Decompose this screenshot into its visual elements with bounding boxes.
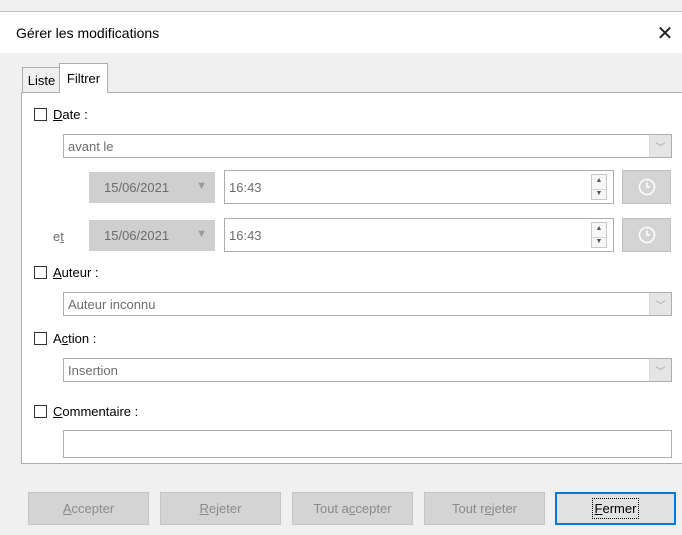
spin-down-icon[interactable]: ▼ [592,189,606,197]
date-checkbox[interactable] [34,108,47,121]
window-title: Gérer les modifications [16,25,160,41]
close-icon[interactable]: ✕ [651,20,679,46]
clock-icon [638,178,655,196]
tab-label: Liste [27,73,56,88]
chevron-down-icon: ▼ [196,228,207,240]
action-checkbox-row[interactable]: Action : [34,331,96,346]
to-time-now-button[interactable] [622,218,671,252]
comment-label: Commentaire : [53,404,139,419]
chevron-down-icon: ▼ [196,180,207,192]
chevron-down-icon: ﹀ [649,135,671,157]
spin-down-icon[interactable]: ▼ [592,237,606,245]
to-time-field[interactable]: 16:43 ▲ ▼ [224,218,614,252]
spin-up-icon[interactable]: ▲ [592,177,606,184]
from-time-now-button[interactable] [622,170,671,204]
comment-checkbox-row[interactable]: Commentaire : [34,404,138,419]
reject-all-button[interactable]: Tout r e jeter [424,492,545,525]
chevron-down-icon: ﹀ [649,359,671,381]
comment-checkbox[interactable] [34,405,47,418]
close-button[interactable]: Fermer [555,492,676,525]
tab-label: Filtrer [66,71,101,86]
author-checkbox-row[interactable]: Auteur : [34,265,99,280]
spin-up-icon[interactable]: ▲ [592,225,606,232]
reject-button[interactable]: Rejeter [160,492,281,525]
action-select[interactable]: Insertion ﹀ [63,358,672,382]
comment-input[interactable] [63,430,672,458]
from-date-value: 15/06/2021 [104,180,170,195]
chevron-down-icon: ﹀ [649,293,671,315]
date-checkbox-row[interactable]: Date : [34,107,88,122]
author-select[interactable]: Auteur inconnu ﹀ [63,292,672,316]
tab-liste[interactable]: Liste [22,67,60,93]
to-date-value: 15/06/2021 [104,228,170,243]
action-value: Insertion [68,363,118,378]
to-time-value: 16:43 [229,228,262,243]
to-date-picker[interactable]: 15/06/2021 ▼ [89,220,215,251]
from-time-field[interactable]: 16:43 ▲ ▼ [224,170,614,204]
close-button-label: Fermer [591,498,640,519]
date-condition-value: avant le [68,139,114,154]
accept-button[interactable]: Accepter [28,492,149,525]
author-checkbox[interactable] [34,266,47,279]
date-label: Date : [53,107,88,122]
author-value: Auteur inconnu [68,297,156,312]
action-checkbox[interactable] [34,332,47,345]
author-label: Auteur : [53,265,99,280]
accept-all-button[interactable]: Tout a c cepter [292,492,413,525]
date-condition-select[interactable]: avant le ﹀ [63,134,672,158]
to-label: et [53,229,64,244]
from-time-value: 16:43 [229,180,262,195]
filter-panel: Date : avant le ﹀ 15/06/2021 ▼ 16:43 ▲ ▼… [21,92,682,464]
title-bar: Gérer les modifications ✕ [0,11,682,53]
from-time-spinner[interactable]: ▲ ▼ [591,174,607,200]
clock-icon [638,226,655,244]
to-time-spinner[interactable]: ▲ ▼ [591,222,607,248]
tab-filtrer[interactable]: Filtrer [59,63,108,93]
action-label: Action : [53,331,97,346]
from-date-picker[interactable]: 15/06/2021 ▼ [89,172,215,203]
